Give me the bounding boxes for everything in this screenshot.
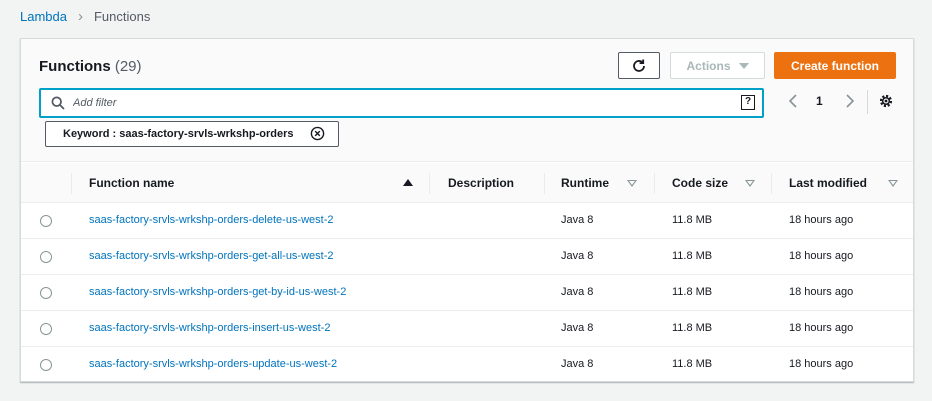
- column-divider: [71, 173, 72, 194]
- row-select-radio[interactable]: [40, 251, 52, 263]
- table-row: saas-factory-srvls-wrkshp-orders-insert-…: [21, 311, 913, 347]
- refresh-button[interactable]: [618, 52, 660, 79]
- column-label: Function name: [89, 176, 175, 190]
- column-header-code-size[interactable]: Code size: [672, 163, 772, 203]
- caret-down-icon: [738, 62, 749, 69]
- last-modified-cell: 18 hours ago: [789, 250, 854, 262]
- column-header-description: Description: [448, 163, 514, 203]
- help-icon[interactable]: ?: [741, 95, 755, 110]
- breadcrumb: Lambda › Functions: [20, 9, 150, 24]
- function-name-link[interactable]: saas-factory-srvls-wrkshp-orders-get-by-…: [89, 286, 346, 298]
- column-header-last-modified[interactable]: Last modified: [789, 163, 909, 203]
- sort-icon: [888, 180, 898, 187]
- last-modified-cell: 18 hours ago: [789, 358, 854, 370]
- sort-icon: [745, 180, 755, 187]
- function-name-link[interactable]: saas-factory-srvls-wrkshp-orders-update-…: [89, 358, 337, 370]
- code-size-cell: 11.8 MB: [672, 286, 713, 298]
- column-label: Code size: [672, 176, 729, 190]
- last-modified-cell: 18 hours ago: [789, 322, 854, 334]
- function-name-link[interactable]: saas-factory-srvls-wrkshp-orders-insert-…: [89, 322, 330, 334]
- actions-label: Actions: [686, 58, 731, 73]
- current-page-number[interactable]: 1: [816, 94, 823, 108]
- row-select-radio[interactable]: [40, 323, 52, 335]
- runtime-cell: Java 8: [561, 250, 594, 262]
- function-name-link[interactable]: saas-factory-srvls-wrkshp-orders-get-all…: [89, 250, 334, 262]
- last-modified-cell: 18 hours ago: [789, 286, 854, 298]
- table-row: saas-factory-srvls-wrkshp-orders-get-all…: [21, 239, 913, 275]
- refresh-icon: [633, 59, 645, 72]
- table-row: saas-factory-srvls-wrkshp-orders-update-…: [21, 347, 913, 383]
- breadcrumb-current: Functions: [93, 9, 151, 24]
- filter-search-box[interactable]: ?: [39, 88, 764, 118]
- panel-header: Functions (29) Actions Create function ?: [21, 39, 913, 162]
- create-function-button[interactable]: Create function: [774, 52, 896, 79]
- runtime-cell: Java 8: [561, 358, 594, 370]
- code-size-cell: 11.8 MB: [672, 358, 713, 370]
- row-select-radio[interactable]: [40, 287, 52, 299]
- function-name-link[interactable]: saas-factory-srvls-wrkshp-orders-delete-…: [89, 214, 334, 226]
- sort-asc-icon: [403, 179, 413, 186]
- column-divider: [654, 173, 655, 194]
- filter-token-label: Keyword : saas-factory-srvls-wrkshp-orde…: [63, 128, 294, 140]
- column-divider: [544, 173, 545, 194]
- column-divider: [429, 173, 430, 194]
- code-size-cell: 11.8 MB: [672, 214, 713, 226]
- breadcrumb-lambda-link[interactable]: Lambda: [20, 9, 67, 24]
- filter-input[interactable]: [73, 94, 723, 112]
- filter-token: Keyword : saas-factory-srvls-wrkshp-orde…: [45, 121, 339, 147]
- runtime-cell: Java 8: [561, 214, 594, 226]
- chevron-right-icon[interactable]: [841, 93, 857, 109]
- table-header: Function name Description Runtime Code s…: [21, 163, 913, 203]
- page-title: Functions (29): [39, 58, 142, 75]
- actions-dropdown-button[interactable]: Actions: [670, 52, 765, 79]
- row-select-radio[interactable]: [40, 359, 52, 371]
- runtime-cell: Java 8: [561, 286, 594, 298]
- sort-icon: [627, 180, 637, 187]
- chevron-left-icon[interactable]: [786, 93, 802, 109]
- column-header-runtime[interactable]: Runtime: [561, 163, 661, 203]
- runtime-cell: Java 8: [561, 322, 594, 334]
- function-count: (29): [114, 58, 142, 75]
- chevron-right-icon: ›: [77, 8, 83, 25]
- table-row: saas-factory-srvls-wrkshp-orders-delete-…: [21, 203, 913, 239]
- functions-panel: Functions (29) Actions Create function ?: [20, 38, 914, 382]
- table-row: saas-factory-srvls-wrkshp-orders-get-by-…: [21, 275, 913, 311]
- pager-divider: [867, 90, 868, 114]
- column-label: Runtime: [561, 176, 609, 190]
- settings-icon[interactable]: [878, 93, 894, 109]
- column-label: Description: [448, 176, 515, 190]
- search-icon: [51, 96, 65, 110]
- column-label: Last modified: [789, 176, 868, 190]
- close-circle-icon[interactable]: [310, 126, 325, 141]
- last-modified-cell: 18 hours ago: [789, 214, 854, 226]
- panel-title: Functions: [39, 58, 111, 75]
- row-select-radio[interactable]: [40, 215, 52, 227]
- code-size-cell: 11.8 MB: [672, 250, 713, 262]
- column-header-function-name[interactable]: Function name: [89, 163, 429, 203]
- code-size-cell: 11.8 MB: [672, 322, 713, 334]
- column-divider: [771, 173, 772, 194]
